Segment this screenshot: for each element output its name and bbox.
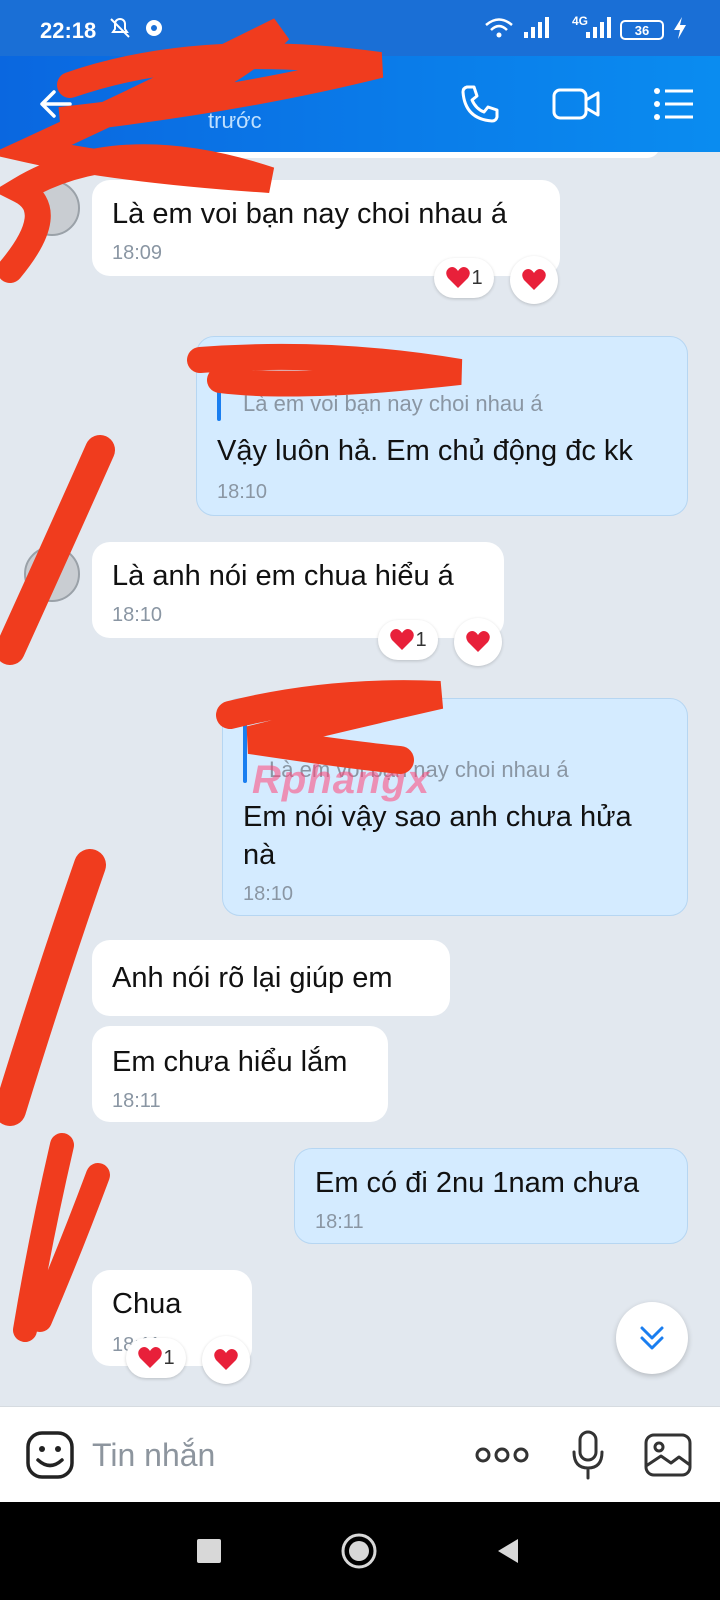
- message-text: Chua: [112, 1288, 182, 1320]
- microphone-icon[interactable]: [560, 1427, 616, 1483]
- heart-icon: [446, 267, 471, 288]
- quote-bar: [217, 377, 221, 421]
- message-bubble[interactable]: Em chưa hiểu lắm 18:11: [92, 1026, 388, 1122]
- back-arrow-icon[interactable]: [30, 78, 82, 130]
- message-time: 18:10: [112, 604, 163, 626]
- reaction-summary[interactable]: 1: [378, 620, 438, 660]
- message-input[interactable]: Tin nhắn: [92, 1437, 215, 1474]
- status-bar: 22:18 4G 36: [0, 0, 720, 56]
- signal-icon-2: [584, 16, 612, 45]
- image-icon[interactable]: [640, 1427, 696, 1483]
- menu-list-icon[interactable]: [648, 78, 700, 130]
- message-text: Là anh nói em chua hiểu á: [112, 560, 454, 592]
- system-nav-bar: [0, 1502, 720, 1600]
- contact-status: trước: [208, 108, 262, 133]
- heart-react-button[interactable]: [510, 256, 558, 304]
- chat-header: trước: [0, 56, 720, 152]
- message-text-line-1: Em nói vậy sao anh chưa hửa: [243, 801, 632, 833]
- heart-icon: [522, 269, 546, 290]
- battery-icon: 36: [620, 20, 664, 40]
- heart-icon: [466, 631, 490, 652]
- quote-bar: [243, 721, 247, 783]
- heart-react-button[interactable]: [454, 618, 502, 666]
- message-time: 18:10: [243, 883, 294, 905]
- phone-icon[interactable]: [454, 78, 506, 130]
- message-input-bar: Tin nhắn: [0, 1406, 720, 1502]
- message-text: Anh nói rõ lại giúp em: [112, 962, 393, 994]
- message-text: Em có đi 2nu 1nam chưa: [315, 1167, 640, 1199]
- settings-icon: [142, 16, 166, 45]
- heart-icon: [138, 1347, 163, 1368]
- emoji-sticker-icon[interactable]: [22, 1427, 78, 1483]
- message-time: 18:10: [217, 481, 268, 503]
- video-call-icon[interactable]: [550, 78, 602, 130]
- message-time: 18:11: [315, 1211, 364, 1233]
- avatar[interactable]: [24, 546, 80, 602]
- message-bubble-partial[interactable]: [92, 152, 660, 158]
- status-time: 22:18: [40, 18, 97, 43]
- battery-level: 36: [634, 22, 650, 38]
- reaction-count: 1: [415, 628, 427, 651]
- message-text: Là em voi bạn nay choi nhau á: [112, 198, 507, 230]
- message-text: Em chưa hiểu lắm: [112, 1046, 348, 1078]
- scroll-to-bottom-button[interactable]: [616, 1302, 688, 1374]
- recents-square-icon[interactable]: [186, 1528, 232, 1574]
- message-text: Vậy luôn hả. Em chủ động đc kk: [217, 435, 633, 467]
- message-bubble[interactable]: Anh nói rõ lại giúp em: [92, 940, 450, 1016]
- double-chevron-down-icon: [640, 1326, 664, 1350]
- message-bubble-outgoing[interactable]: Em có đi 2nu 1nam chưa 18:11: [294, 1148, 688, 1244]
- reaction-summary[interactable]: 1: [126, 1338, 186, 1378]
- more-dots-icon[interactable]: [472, 1427, 532, 1483]
- heart-react-button[interactable]: [202, 1336, 250, 1384]
- back-triangle-icon[interactable]: [486, 1528, 532, 1574]
- home-circle-icon[interactable]: [336, 1528, 382, 1574]
- wifi-icon: [484, 16, 514, 45]
- reaction-count: 1: [471, 266, 483, 289]
- message-bubble-outgoing[interactable]: Là em voi bạn nay choi nhau á Vậy luôn h…: [196, 336, 688, 516]
- message-time: 18:11: [112, 1090, 161, 1112]
- message-bubble[interactable]: Là anh nói em chua hiểu á 18:10: [92, 542, 504, 638]
- charging-icon: [672, 16, 688, 45]
- bell-off-icon: [108, 16, 132, 45]
- heart-icon: [214, 1349, 238, 1370]
- signal-icon: [522, 16, 550, 45]
- message-time: 18:09: [112, 242, 163, 264]
- message-bubble[interactable]: Là em voi bạn nay choi nhau á 18:09: [92, 180, 560, 276]
- message-bubble-outgoing[interactable]: Là em voi bạn nay choi nhau á Em nói vậy…: [222, 698, 688, 916]
- quoted-message: Là em voi bạn nay choi nhau á: [243, 391, 543, 416]
- message-text-line-2: nà: [243, 839, 276, 871]
- reaction-summary[interactable]: 1: [434, 258, 494, 298]
- avatar[interactable]: [24, 180, 80, 236]
- heart-icon: [390, 629, 415, 650]
- watermark: Rphangx: [252, 758, 431, 802]
- reaction-count: 1: [163, 1346, 175, 1369]
